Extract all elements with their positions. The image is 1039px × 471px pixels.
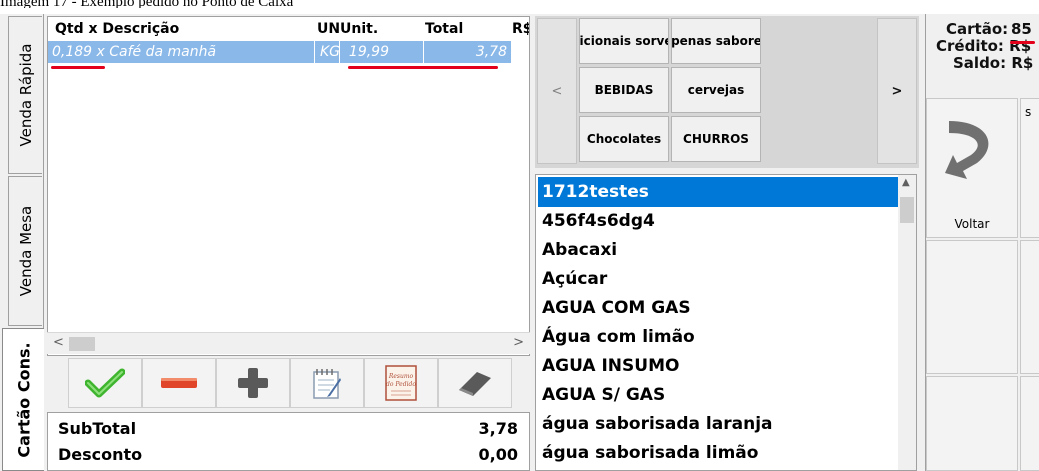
list-item[interactable]: AGUA COM GAS bbox=[538, 293, 898, 323]
list-item[interactable]: Açúcar bbox=[538, 264, 898, 294]
minus-icon bbox=[161, 378, 197, 388]
category-button[interactable]: apenas sabores bbox=[671, 18, 761, 64]
card-label: Cartão: bbox=[946, 20, 1009, 38]
category-button[interactable]: BEBIDAS bbox=[579, 67, 669, 113]
scroll-up-icon[interactable]: ▲ bbox=[902, 177, 910, 188]
annotation-underline bbox=[51, 66, 105, 69]
discount-row: Desconto 0,00 bbox=[58, 443, 518, 469]
tab-label: Venda Rápida bbox=[16, 43, 35, 147]
category-button[interactable]: Adicionais sorvete bbox=[579, 18, 669, 64]
undo-arrow-icon bbox=[945, 121, 989, 179]
column-header-unit[interactable]: UN bbox=[317, 17, 340, 41]
side-button[interactable]: s bbox=[1020, 98, 1039, 238]
list-item[interactable]: Água com limão bbox=[538, 322, 898, 352]
category-button[interactable]: cervejas bbox=[671, 67, 761, 113]
row-total: 3,78 bbox=[475, 44, 507, 60]
order-items-grid[interactable]: Qtd x Descrição UN Unit. Total R$ 0,189 … bbox=[47, 16, 530, 356]
grid-header: Qtd x Descrição UN Unit. Total R$ bbox=[48, 17, 529, 41]
tab-venda-mesa[interactable]: Venda Mesa bbox=[8, 176, 42, 326]
chevron-left-icon: < bbox=[551, 83, 563, 99]
subtotal-label: SubTotal bbox=[58, 419, 137, 438]
confirm-button[interactable] bbox=[68, 358, 142, 408]
column-header-total[interactable]: Total bbox=[425, 17, 463, 41]
tab-label: Venda Mesa bbox=[16, 205, 35, 297]
vertical-scrollbar[interactable]: ▲ bbox=[898, 175, 916, 470]
clear-button[interactable] bbox=[438, 358, 512, 408]
remove-item-button[interactable] bbox=[142, 358, 216, 408]
vertical-tab-strip: Venda Rápida Venda Mesa Cartão Cons. bbox=[0, 14, 44, 471]
horizontal-scrollbar[interactable]: < > bbox=[47, 332, 530, 354]
eraser-icon bbox=[459, 372, 491, 396]
side-button[interactable] bbox=[926, 240, 1018, 374]
list-item[interactable]: água saborisada laranja bbox=[538, 409, 898, 439]
tab-label: Cartão Cons. bbox=[14, 341, 33, 458]
scroll-thumb[interactable] bbox=[69, 337, 95, 351]
category-next-button[interactable]: > bbox=[877, 18, 917, 164]
scroll-left-icon[interactable]: < bbox=[53, 335, 64, 350]
product-list[interactable]: 1712testes 456f4s6dg4 Abacaxi Açúcar AGU… bbox=[535, 174, 917, 471]
column-header-unit-price[interactable]: Unit. bbox=[340, 17, 378, 41]
side-button[interactable] bbox=[1020, 240, 1039, 374]
balance-label: Saldo: R$ bbox=[953, 54, 1034, 72]
side-button[interactable] bbox=[1020, 376, 1039, 471]
tab-cartao-cons[interactable]: Cartão Cons. bbox=[2, 328, 44, 471]
column-divider bbox=[423, 41, 424, 63]
totals-panel: SubTotal 3,78 Desconto 0,00 bbox=[47, 412, 530, 471]
order-summary-icon: Resumo do Pedido bbox=[385, 365, 417, 401]
subtotal-value: 3,78 bbox=[478, 419, 518, 438]
checkmark-icon bbox=[85, 368, 125, 398]
list-item[interactable]: AGUA S/ GAS bbox=[538, 380, 898, 410]
order-summary-button[interactable]: Resumo do Pedido bbox=[364, 358, 438, 408]
annotation-underline bbox=[348, 66, 498, 69]
chevron-right-icon: > bbox=[891, 83, 903, 99]
row-unit-price: 19,99 bbox=[348, 44, 389, 60]
list-item[interactable]: água saborisada limão bbox=[538, 438, 898, 468]
credit-label: Crédito: R$ bbox=[936, 37, 1032, 55]
subtotal-row: SubTotal 3,78 bbox=[58, 417, 518, 443]
category-prev-button[interactable]: < bbox=[537, 18, 577, 164]
list-item[interactable]: Abacaxi bbox=[538, 235, 898, 265]
svg-text:do Pedido: do Pedido bbox=[386, 381, 416, 388]
category-button[interactable]: CHURROS bbox=[671, 116, 761, 162]
scroll-thumb[interactable] bbox=[900, 197, 914, 223]
table-row[interactable]: 0,189 x Café da manhã KG 19,99 3,78 bbox=[48, 41, 511, 63]
card-side-panel: Cartão: 85 Crédito: R$ Saldo: R$ Voltar … bbox=[925, 14, 1039, 471]
tab-venda-rapida[interactable]: Venda Rápida bbox=[8, 16, 42, 174]
add-item-button[interactable] bbox=[216, 358, 290, 408]
side-button-label: s bbox=[1025, 105, 1032, 119]
column-header-description[interactable]: Qtd x Descrição bbox=[55, 17, 179, 41]
notes-button[interactable] bbox=[290, 358, 364, 408]
plus-icon bbox=[238, 368, 268, 398]
column-divider bbox=[339, 41, 340, 63]
figure-caption: Imagem 17 - Exemplo pedido no Ponto de C… bbox=[0, 0, 294, 8]
category-button[interactable]: Chocolates bbox=[579, 116, 669, 162]
discount-label: Desconto bbox=[58, 445, 143, 464]
annotation-underline bbox=[1010, 41, 1035, 44]
back-button[interactable]: Voltar bbox=[926, 98, 1018, 238]
discount-value: 0,00 bbox=[478, 445, 518, 464]
side-button[interactable] bbox=[926, 376, 1018, 471]
svg-text:Resumo: Resumo bbox=[388, 373, 414, 380]
row-description: 0,189 x Café da manhã bbox=[52, 44, 217, 60]
pos-window: Venda Rápida Venda Mesa Cartão Cons. Qtd… bbox=[0, 14, 1039, 471]
order-action-toolbar: Resumo do Pedido bbox=[68, 358, 514, 408]
column-header-rs[interactable]: R$ bbox=[512, 17, 529, 41]
card-info: Cartão: 85 Crédito: R$ Saldo: R$ bbox=[926, 14, 1039, 94]
list-item[interactable]: AGUA INSUMO bbox=[538, 351, 898, 381]
row-unit: KG bbox=[320, 44, 341, 60]
list-item[interactable]: 1712testes bbox=[538, 177, 898, 207]
category-panel: < Adicionais sorvete apenas sabores BEBI… bbox=[535, 16, 919, 168]
card-number: 85 bbox=[1011, 20, 1032, 38]
column-divider bbox=[314, 41, 315, 63]
back-button-label: Voltar bbox=[954, 217, 990, 231]
list-item[interactable]: 456f4s6dg4 bbox=[538, 206, 898, 236]
scroll-right-icon[interactable]: > bbox=[513, 335, 524, 350]
notepad-icon bbox=[313, 369, 341, 399]
